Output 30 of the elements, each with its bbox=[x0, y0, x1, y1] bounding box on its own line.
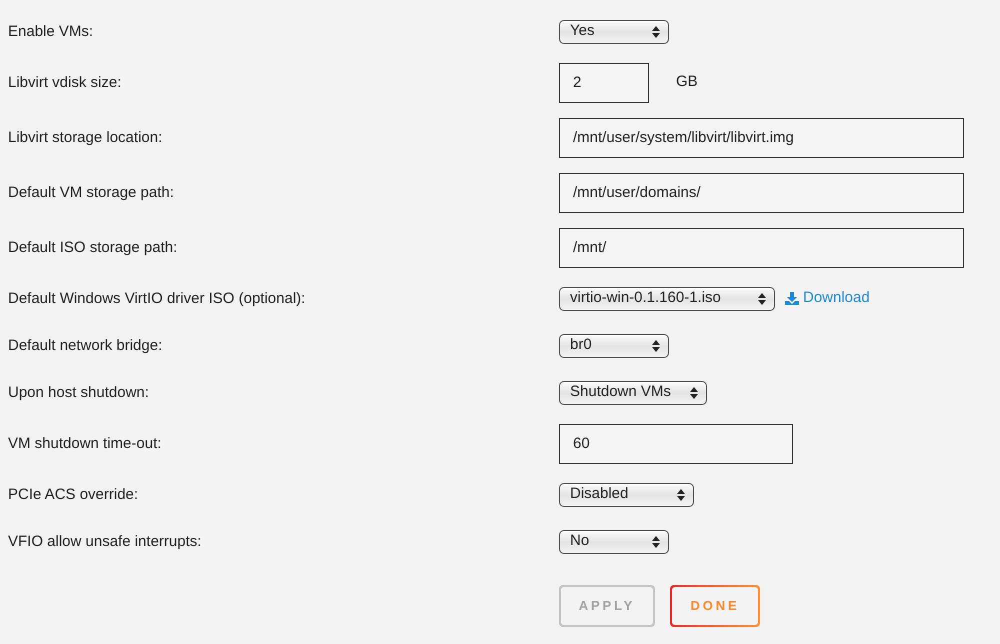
input-field[interactable]: 60 bbox=[559, 424, 793, 464]
up-down-arrows-icon bbox=[652, 340, 660, 352]
up-down-arrows-icon bbox=[758, 292, 766, 304]
dropdown[interactable]: Yes bbox=[559, 20, 669, 44]
dropdown[interactable]: No bbox=[559, 530, 669, 554]
field-label: Default ISO storage path: bbox=[8, 238, 178, 256]
dropdown[interactable]: br0 bbox=[559, 334, 669, 358]
dropdown[interactable]: virtio-win-0.1.160-1.iso bbox=[559, 286, 775, 310]
up-down-arrows-icon bbox=[677, 488, 685, 500]
field-label: Upon host shutdown: bbox=[8, 384, 149, 400]
field-label: Libvirt vdisk size: bbox=[8, 74, 122, 90]
field-label: PCIe ACS override: bbox=[8, 486, 138, 502]
dropdown[interactable]: Shutdown VMs bbox=[559, 380, 707, 404]
field-label: VFIO allow unsafe interrupts: bbox=[8, 532, 202, 550]
field-label: Default Windows VirtIO driver ISO (optional): bbox=[8, 290, 306, 306]
field-label: Default VM storage path: bbox=[8, 184, 174, 200]
field-label: Default network bridge: bbox=[8, 336, 162, 354]
input-field[interactable]: /mnt/ bbox=[559, 228, 964, 268]
download-icon bbox=[785, 292, 799, 305]
input-field[interactable]: 2 bbox=[559, 62, 649, 102]
field-label: Libvirt storage location: bbox=[8, 128, 162, 146]
up-down-arrows-icon bbox=[652, 26, 660, 38]
field-label: Enable VMs: bbox=[8, 22, 94, 40]
up-down-arrows-icon bbox=[652, 536, 660, 548]
unit-label: GB bbox=[676, 72, 698, 92]
dropdown[interactable]: Disabled bbox=[559, 482, 694, 506]
field-label: VM shutdown time-out: bbox=[8, 434, 162, 452]
input-field[interactable]: /mnt/user/domains/ bbox=[559, 172, 964, 212]
up-down-arrows-icon bbox=[690, 386, 698, 398]
input-field[interactable]: /mnt/user/system/libvirt/libvirt.img bbox=[559, 118, 964, 158]
